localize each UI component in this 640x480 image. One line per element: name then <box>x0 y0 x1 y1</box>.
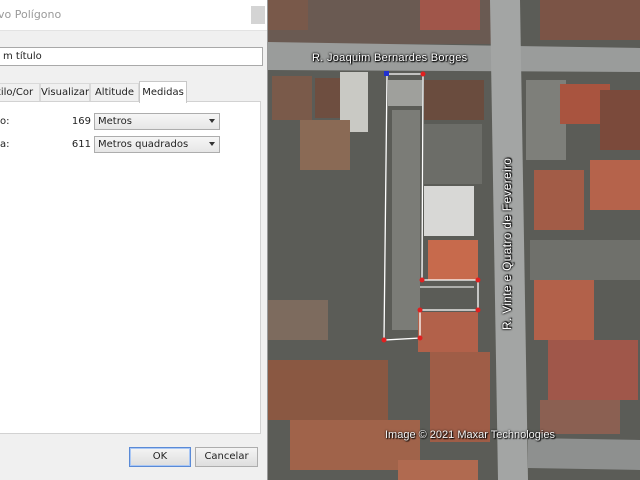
dialog-tabs: tilo/Cor Visualizar Altitude Medidas <box>0 81 267 103</box>
perimeter-value: 169 <box>71 116 91 127</box>
perimeter-label: o: <box>0 116 10 127</box>
dialog-title: vo Polígono <box>0 8 62 21</box>
tab-measures[interactable]: Medidas <box>139 81 187 103</box>
street-label-top: R. Joaquim Bernardes Borges <box>312 52 468 64</box>
perimeter-unit-text: Metros <box>98 116 132 127</box>
ok-button[interactable]: OK <box>129 447 191 467</box>
area-label: a: <box>0 139 10 150</box>
polygon-dialog: vo Polígono tilo/Cor Visualizar Altitude… <box>0 0 268 480</box>
chevron-down-icon <box>209 119 215 123</box>
polygon-name-input[interactable] <box>0 47 263 66</box>
perimeter-unit-select[interactable]: Metros <box>94 113 220 130</box>
tab-view[interactable]: Visualizar <box>40 83 90 101</box>
imagery-credit: Image © 2021 Maxar Technologies <box>385 429 555 441</box>
chevron-down-icon <box>209 142 215 146</box>
tab-altitude[interactable]: Altitude <box>90 83 139 101</box>
street-label-vertical: R. Vinte e Quatro de Fevereiro <box>500 157 514 330</box>
dialog-titlebar[interactable]: vo Polígono <box>0 0 267 31</box>
cancel-button[interactable]: Cancelar <box>195 447 258 467</box>
area-unit-select[interactable]: Metros quadrados <box>94 136 220 153</box>
window-control[interactable] <box>251 6 265 24</box>
area-value: 611 <box>71 139 91 150</box>
measures-panel: o: 169 Metros a: 611 Metros quadrados <box>0 101 261 434</box>
area-unit-text: Metros quadrados <box>98 139 189 150</box>
tab-style-color[interactable]: tilo/Cor <box>0 83 40 101</box>
